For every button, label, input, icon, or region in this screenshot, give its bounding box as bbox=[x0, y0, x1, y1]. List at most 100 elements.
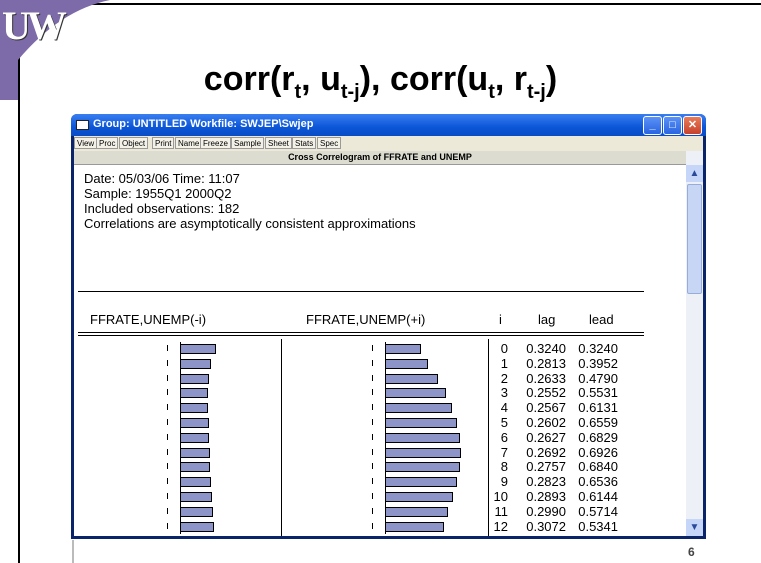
lag-bar bbox=[180, 477, 211, 488]
cell-lead: 0.4790 bbox=[578, 370, 618, 386]
lag-ci-dash bbox=[167, 463, 168, 470]
lag-ci-dash bbox=[167, 493, 168, 499]
freeze-button[interactable]: Freeze bbox=[200, 137, 231, 149]
slide-bottom-rule bbox=[72, 540, 74, 563]
cell-lag: 0.2757 bbox=[526, 459, 566, 475]
lead-ci-dash bbox=[372, 345, 373, 351]
lag-bar bbox=[180, 447, 210, 458]
lead-ci-dash bbox=[372, 507, 373, 514]
lead-ci-dash bbox=[372, 478, 373, 485]
scroll-down-icon[interactable]: ▼ bbox=[686, 519, 703, 536]
cell-lead: 0.3952 bbox=[578, 355, 618, 371]
window-icon bbox=[76, 120, 89, 130]
lag-ci-dash bbox=[167, 433, 168, 440]
cell-lead: 0.6559 bbox=[578, 415, 618, 430]
lag-bar bbox=[180, 388, 208, 399]
scroll-thumb[interactable] bbox=[687, 184, 702, 294]
info-date: Date: 05/03/06 Time: 11:07 bbox=[84, 171, 240, 186]
window-titlebar[interactable]: Group: UNTITLED Workfile: SWJEP\Swjep _ … bbox=[71, 114, 706, 136]
cell-lag: 0.2692 bbox=[526, 444, 566, 460]
lead-ci-dash bbox=[372, 404, 373, 411]
output-pane: Cross Correlogram of FFRATE and UNEMP ▲ … bbox=[74, 151, 703, 536]
sheet-button[interactable]: Sheet bbox=[265, 137, 292, 149]
lead-ci-dash bbox=[372, 493, 373, 499]
col-head-lead-plot: FFRATE,UNEMP(+i) bbox=[306, 312, 426, 327]
sample-button[interactable]: Sample bbox=[231, 137, 265, 149]
lag-bar bbox=[180, 462, 210, 473]
cell-lead: 0.5714 bbox=[578, 503, 618, 519]
cell-lag: 0.2823 bbox=[526, 474, 566, 490]
toolbar: View Proc Object Print Name Freeze Sampl… bbox=[74, 136, 703, 151]
window-title: Group: UNTITLED Workfile: SWJEP\Swjep bbox=[93, 118, 314, 130]
proc-button[interactable]: Proc bbox=[96, 137, 119, 149]
cell-lag: 0.2990 bbox=[526, 503, 566, 519]
maximize-button[interactable]: □ bbox=[663, 116, 682, 135]
vertical-scrollbar[interactable]: ▲ ▼ bbox=[686, 151, 703, 536]
cell-lead: 0.5531 bbox=[578, 385, 618, 401]
print-button[interactable]: Print bbox=[152, 137, 175, 149]
rule-top bbox=[78, 291, 644, 292]
cell-lag: 0.2627 bbox=[526, 429, 566, 445]
cell-i: 1 bbox=[500, 355, 508, 371]
col-head-lag: lag bbox=[538, 312, 556, 327]
lag-ci-dash bbox=[167, 507, 168, 514]
lag-ci-dash bbox=[167, 448, 168, 455]
lead-ci-dash bbox=[372, 433, 373, 440]
info-sample: Sample: 1955Q1 2000Q2 bbox=[84, 186, 232, 201]
cell-lead: 0.6144 bbox=[578, 489, 618, 504]
lead-bar bbox=[385, 388, 446, 399]
cell-lead: 0.6840 bbox=[578, 459, 618, 475]
lead-bar bbox=[385, 477, 457, 488]
lead-ci-dash bbox=[372, 448, 373, 455]
lag-ci-dash bbox=[167, 522, 168, 529]
scroll-up-icon[interactable]: ▲ bbox=[686, 165, 703, 182]
view-button[interactable]: View bbox=[74, 137, 98, 149]
lead-bar bbox=[385, 358, 428, 369]
cell-i: 12 bbox=[493, 518, 508, 534]
cell-lag: 0.2893 bbox=[526, 489, 566, 504]
col-head-lag-plot: FFRATE,UNEMP(-i) bbox=[90, 312, 207, 327]
slide-title: corr(rt, ut-j), corr(ut, rt-j) bbox=[203, 60, 558, 103]
lag-ci-dash bbox=[167, 478, 168, 485]
uw-logo: UW bbox=[2, 3, 67, 48]
output-header: Cross Correlogram of FFRATE and UNEMP bbox=[74, 151, 686, 165]
slide-number: 6 bbox=[688, 545, 695, 559]
cell-lead: 0.6829 bbox=[578, 429, 618, 445]
cell-i: 2 bbox=[500, 370, 508, 386]
cell-i: 10 bbox=[493, 489, 508, 504]
spec-button[interactable]: Spec bbox=[317, 137, 342, 149]
stats-button[interactable]: Stats bbox=[292, 137, 317, 149]
lag-ci-dash bbox=[167, 345, 168, 351]
cell-lag: 0.2602 bbox=[526, 415, 566, 430]
cell-lag: 0.2813 bbox=[526, 355, 566, 371]
lag-bar bbox=[180, 344, 216, 354]
cell-lead: 0.5341 bbox=[578, 518, 618, 534]
lag-ci-dash bbox=[167, 419, 168, 425]
cell-i: 11 bbox=[494, 503, 509, 519]
cell-i: 9 bbox=[500, 474, 508, 490]
lead-bar bbox=[385, 462, 460, 473]
info-note: Correlations are asymptotically consiste… bbox=[84, 216, 416, 231]
cell-i: 5 bbox=[500, 415, 508, 430]
lead-bar bbox=[385, 506, 448, 517]
lead-bar bbox=[385, 492, 453, 502]
cell-lag: 0.3240 bbox=[526, 341, 566, 356]
cell-i: 7 bbox=[500, 444, 508, 460]
cell-lag: 0.2552 bbox=[526, 385, 566, 401]
lag-bar bbox=[180, 432, 209, 443]
lead-bar bbox=[385, 344, 421, 354]
close-button[interactable]: ✕ bbox=[683, 116, 702, 135]
cell-lead: 0.6926 bbox=[578, 444, 618, 460]
object-button[interactable]: Object bbox=[119, 137, 149, 149]
cell-i: 0 bbox=[500, 341, 508, 356]
col-head-i: i bbox=[499, 312, 502, 327]
plot-separator bbox=[281, 339, 282, 536]
lag-bar bbox=[180, 521, 214, 532]
lead-ci-dash bbox=[372, 389, 373, 396]
minimize-button[interactable]: _ bbox=[643, 116, 662, 135]
cell-i: 6 bbox=[500, 429, 508, 445]
lag-bar bbox=[180, 403, 208, 414]
lag-ci-dash bbox=[167, 404, 168, 411]
slide-top-border bbox=[0, 3, 761, 5]
name-button[interactable]: Name bbox=[175, 137, 203, 149]
